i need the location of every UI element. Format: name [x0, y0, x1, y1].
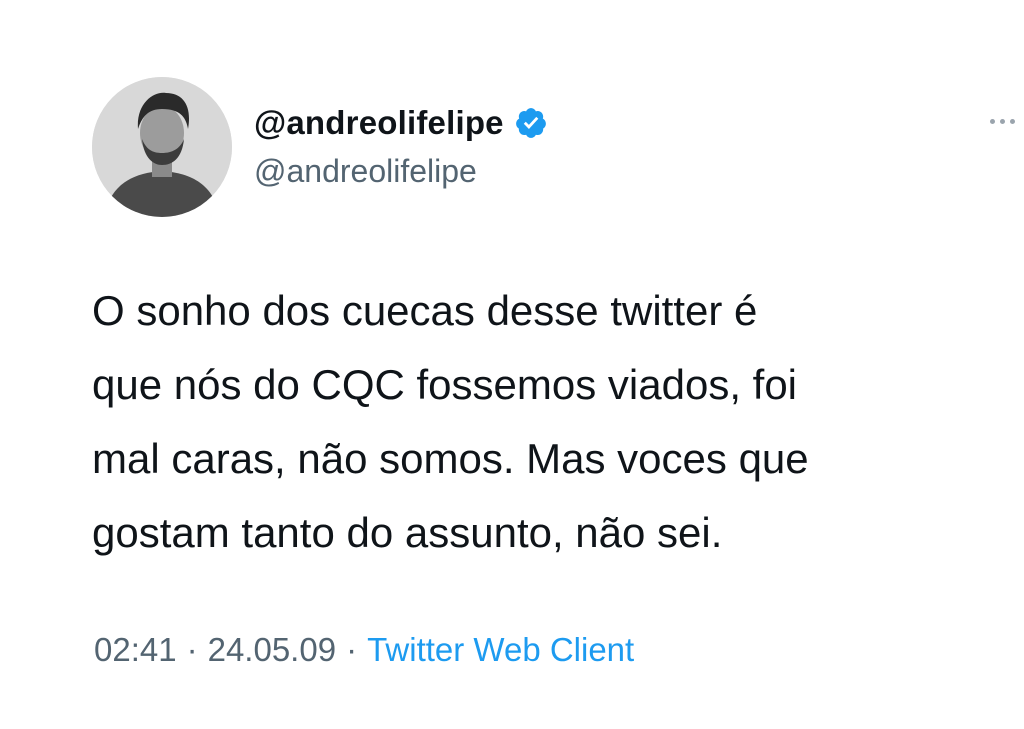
- meta-separator: ·: [186, 631, 198, 668]
- avatar[interactable]: [92, 77, 232, 217]
- more-options-icon[interactable]: [990, 106, 1024, 136]
- meta-separator: ·: [346, 631, 358, 668]
- display-name[interactable]: @andreolifelipe: [254, 104, 504, 142]
- tweet-meta: 02:41 · 24.05.09 · Twitter Web Client: [94, 631, 634, 669]
- user-handle[interactable]: @andreolifelipe: [254, 153, 477, 190]
- source-client-link[interactable]: Twitter Web Client: [367, 631, 634, 669]
- verified-badge-icon: [514, 106, 548, 140]
- tweet-text-line: O sonho dos cuecas desse twitter é: [92, 287, 758, 334]
- tweet-card: @andreolifelipe @andreolifelipe O sonho …: [0, 0, 1024, 729]
- tweet-text-line: mal caras, não somos. Mas voces que: [92, 435, 809, 482]
- tweet-text: O sonho dos cuecas desse twitter é que n…: [92, 274, 1022, 570]
- tweet-date[interactable]: 24.05.09: [208, 631, 336, 669]
- more-dot: [990, 118, 995, 124]
- tweet-text-line: gostam tanto do assunto, não sei.: [92, 509, 723, 556]
- avatar-photo-icon: [92, 77, 232, 217]
- tweet-text-line: que nós do CQC fossemos viados, foi: [92, 361, 798, 408]
- more-dot: [1000, 118, 1005, 124]
- more-dot: [1010, 118, 1015, 124]
- display-name-row: @andreolifelipe: [254, 101, 548, 145]
- tweet-time[interactable]: 02:41: [94, 631, 177, 669]
